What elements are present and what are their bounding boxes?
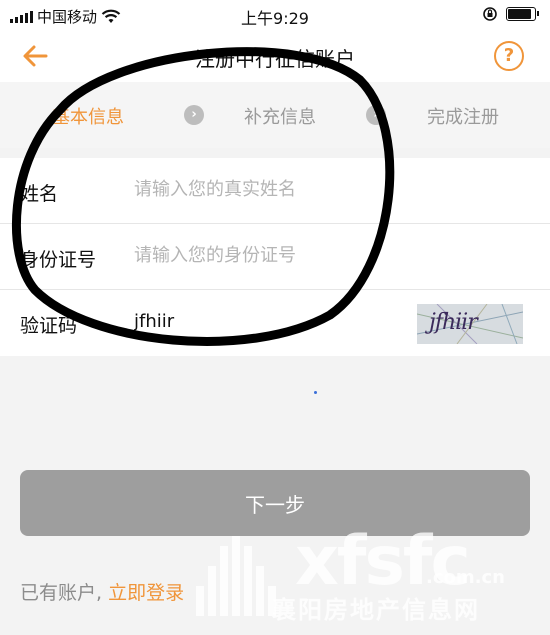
watermark-logo	[196, 536, 276, 616]
captcha-image[interactable]: jfhiir	[417, 304, 523, 344]
status-time: 上午9:29	[241, 9, 309, 28]
orientation-lock-icon	[483, 7, 497, 21]
status-right	[482, 6, 539, 22]
status-bar: 中国移动 上午9:29	[0, 0, 550, 30]
captcha-text: jfhiir	[429, 310, 478, 335]
step-arrow-icon: ›	[184, 105, 204, 125]
nav-bar: 注册中行征信账户 ?	[0, 30, 550, 82]
captcha-input[interactable]	[134, 311, 394, 332]
captcha-row: 验证码 jfhiir	[0, 290, 550, 356]
login-prompt-text: 已有账户,	[20, 582, 103, 604]
step-supplementary-info: 补充信息	[244, 107, 316, 128]
loading-dot	[314, 391, 317, 394]
site-watermark: xfsfc .com.cn 襄阳房地产信息网	[190, 522, 550, 632]
login-prompt: 已有账户, 立即登录	[20, 578, 184, 605]
name-input[interactable]	[134, 179, 394, 200]
step-indicator: 基本信息 › 补充信息 › 完成注册	[0, 82, 550, 148]
step-complete: 完成注册	[427, 107, 499, 128]
battery-icon	[506, 7, 539, 21]
page-title: 注册中行征信账户	[195, 47, 355, 71]
name-row: 姓名	[0, 158, 550, 224]
help-icon[interactable]: ?	[494, 41, 524, 71]
watermark-domain: .com.cn	[426, 567, 505, 588]
captcha-label: 验证码	[20, 315, 78, 337]
step-basic-info: 基本信息	[52, 107, 124, 128]
next-step-button[interactable]: 下一步	[20, 470, 530, 536]
id-number-input[interactable]	[134, 245, 394, 266]
watermark-subtitle: 襄阳房地产信息网	[272, 596, 480, 624]
step-arrow-icon: ›	[366, 105, 386, 125]
id-number-label: 身份证号	[20, 249, 97, 271]
login-link[interactable]: 立即登录	[108, 582, 184, 604]
registration-form: 姓名 身份证号 验证码 jfhiir	[0, 158, 550, 356]
id-number-row: 身份证号	[0, 224, 550, 290]
name-label: 姓名	[20, 183, 59, 205]
